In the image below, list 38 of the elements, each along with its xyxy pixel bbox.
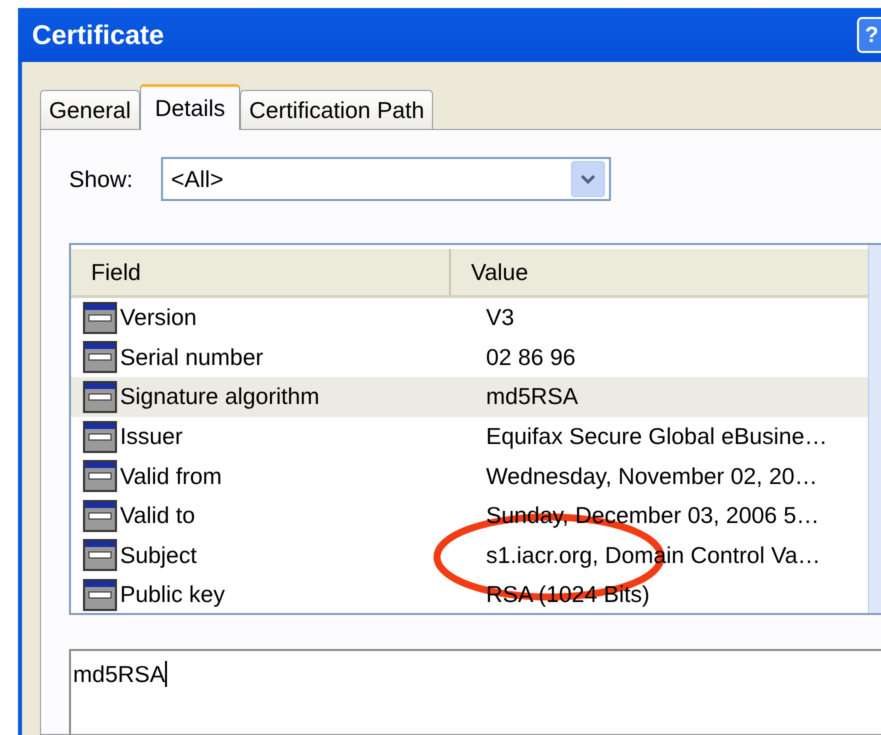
field-name: Serial number xyxy=(120,344,264,371)
value-box[interactable]: md5RSA xyxy=(69,649,881,734)
window-icon xyxy=(83,420,117,453)
column-header[interactable]: Value xyxy=(451,249,528,295)
tab[interactable]: General xyxy=(40,90,140,130)
field-value: 02 86 96 xyxy=(486,344,576,371)
list-row[interactable]: Valid from Wednesday, November 02, 20… xyxy=(71,456,868,496)
field-name: Public key xyxy=(120,581,225,608)
window-icon xyxy=(83,500,117,532)
window-icon xyxy=(83,341,117,374)
list-row[interactable]: Signature algorithm md5RSA xyxy=(71,377,868,417)
value-text: md5RSA xyxy=(73,661,166,688)
window-icon xyxy=(83,380,117,413)
tab[interactable]: Certification Path xyxy=(240,90,434,130)
help-button[interactable]: ? xyxy=(857,17,881,53)
field-name: Valid from xyxy=(120,462,222,490)
window-icon xyxy=(83,539,117,572)
window-icon xyxy=(83,460,117,492)
show-label: Show: xyxy=(69,166,134,192)
field-value: V3 xyxy=(486,304,514,332)
window-icon xyxy=(83,302,117,334)
field-value: md5RSA xyxy=(486,383,578,410)
tab[interactable]: Details xyxy=(140,84,240,130)
show-dropdown[interactable]: <All> xyxy=(161,157,611,201)
column-header[interactable]: Field xyxy=(71,249,451,295)
scrollbar[interactable] xyxy=(868,245,881,613)
field-name: Signature algorithm xyxy=(120,383,320,410)
field-name: Subject xyxy=(120,542,197,569)
field-value: Wednesday, November 02, 20… xyxy=(486,462,818,490)
field-name: Issuer xyxy=(120,423,183,450)
field-value: Equifax Secure Global eBusine… xyxy=(486,423,828,450)
window-title: Certificate xyxy=(32,20,164,50)
window-icon xyxy=(83,578,117,611)
list-row[interactable]: Version V3 xyxy=(71,298,868,338)
field-name: Version xyxy=(120,304,197,332)
list-row[interactable]: Issuer Equifax Secure Global eBusine… xyxy=(71,416,868,456)
field-name: Valid to xyxy=(120,502,196,530)
list-row[interactable]: Serial number 02 86 96 xyxy=(71,338,868,378)
